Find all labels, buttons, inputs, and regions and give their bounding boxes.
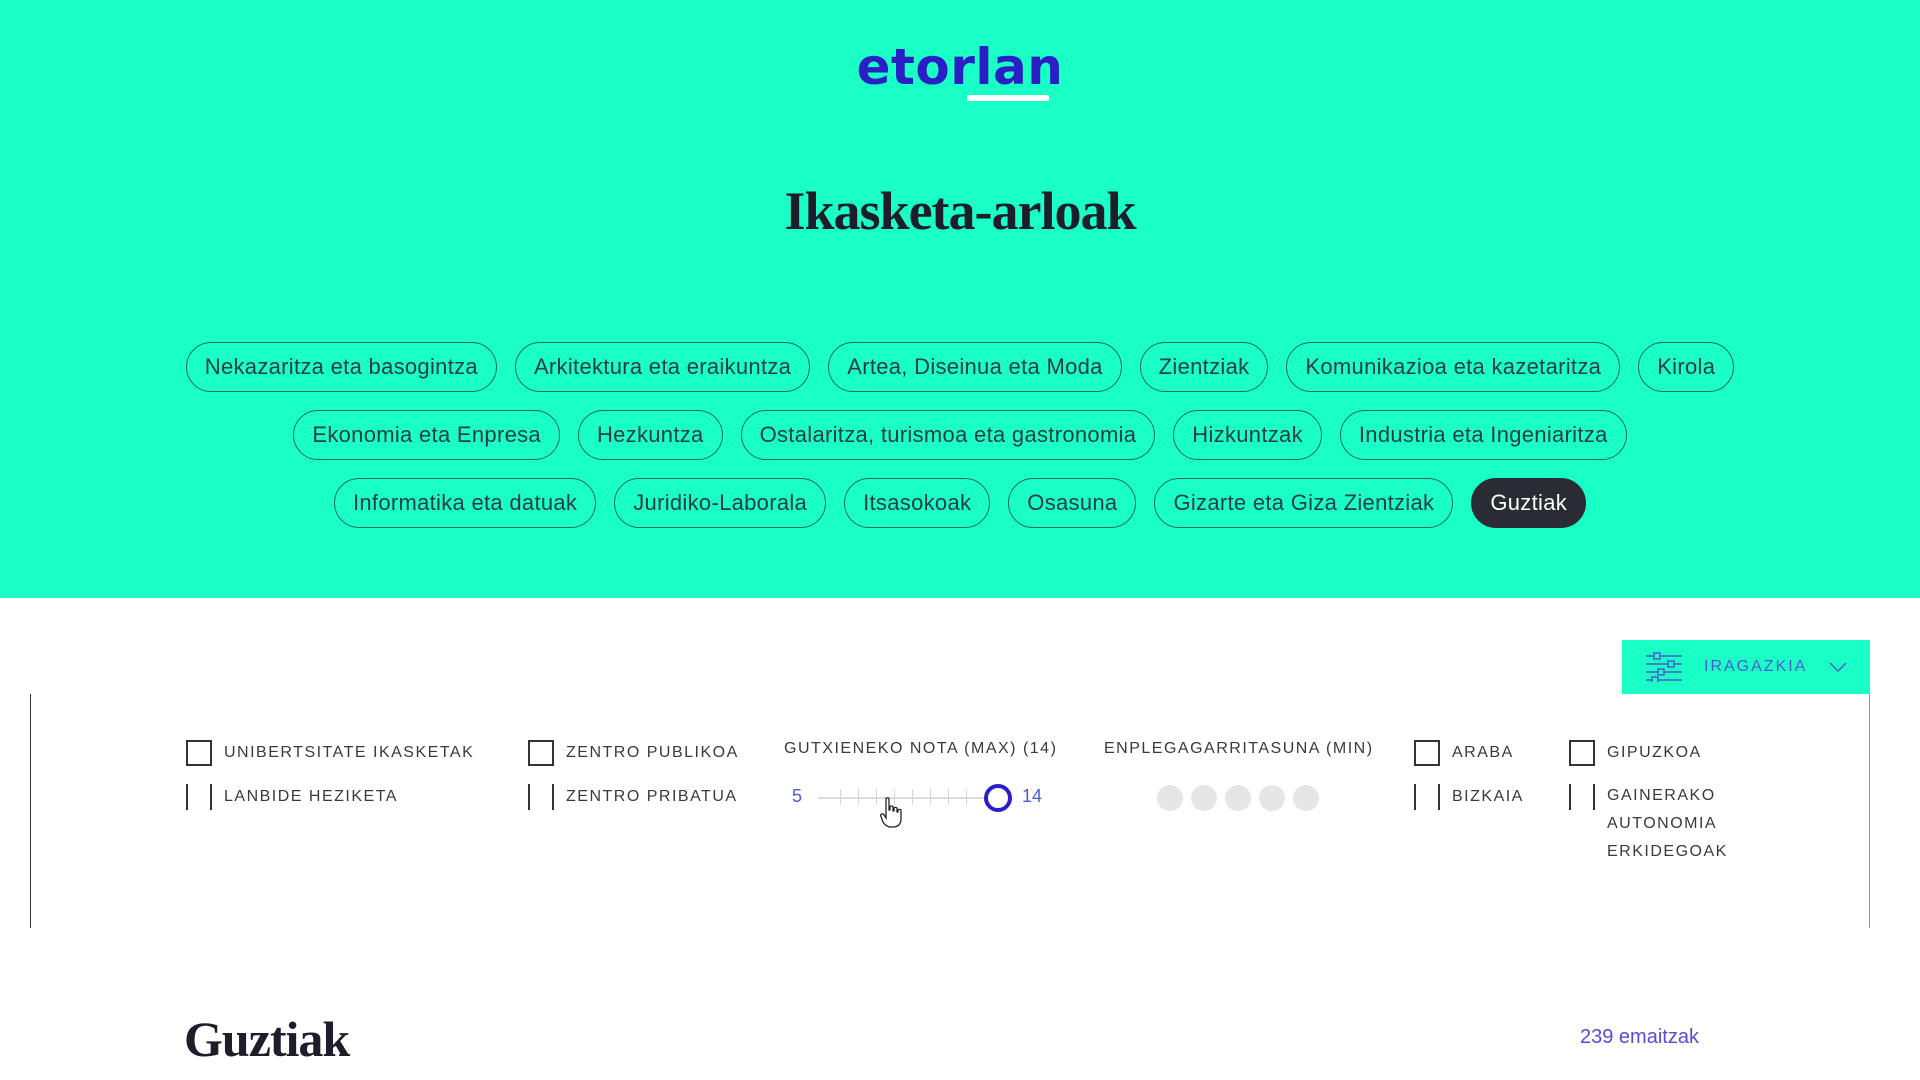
slider-tick bbox=[930, 789, 931, 805]
rating-dot-2[interactable] bbox=[1191, 785, 1217, 811]
checkbox-lanbide[interactable]: LANBIDE HEZIKETA bbox=[186, 784, 398, 810]
chip-zientziak[interactable]: Zientziak bbox=[1139, 342, 1269, 392]
checkbox-box[interactable] bbox=[1414, 740, 1440, 766]
rating-dot-5[interactable] bbox=[1293, 785, 1319, 811]
min-grade-title: GUTXIENEKO NOTA (MAX) (14) bbox=[784, 740, 1058, 757]
hand-cursor-icon bbox=[880, 797, 902, 834]
checkbox-zentro-publikoa[interactable]: ZENTRO PUBLIKOA bbox=[528, 740, 739, 766]
checkbox-label: BIZKAIA bbox=[1452, 788, 1524, 805]
slider-tick bbox=[948, 789, 949, 805]
employability-rating bbox=[1157, 785, 1319, 811]
checkbox-label: LANBIDE HEZIKETA bbox=[224, 788, 398, 805]
checkbox-box[interactable] bbox=[528, 784, 554, 810]
slider-tick bbox=[858, 789, 859, 805]
category-chips: Nekazaritza eta basogintza Arkitektura e… bbox=[0, 342, 1920, 546]
chip-osasuna[interactable]: Osasuna bbox=[1008, 478, 1137, 528]
slider-min-value: 5 bbox=[792, 786, 803, 806]
checkbox-box[interactable] bbox=[1569, 740, 1595, 766]
checkbox-label: GAINERAKO AUTONOMIA ERKIDEGOAK bbox=[1607, 787, 1728, 860]
checkbox-unibertsitate[interactable]: UNIBERTSITATE IKASKETAK bbox=[186, 740, 474, 766]
logo-underline bbox=[967, 95, 1049, 101]
chip-hezkuntza[interactable]: Hezkuntza bbox=[577, 410, 723, 460]
checkbox-label: GIPUZKOA bbox=[1607, 744, 1702, 761]
chip-ekonomia[interactable]: Ekonomia eta Enpresa bbox=[293, 410, 560, 460]
checkbox-bizkaia[interactable]: BIZKAIA bbox=[1414, 784, 1524, 810]
rating-dot-3[interactable] bbox=[1225, 785, 1251, 811]
page-title: Ikasketa-arloak bbox=[784, 181, 1136, 241]
hero-section: etorlan Ikasketa-arloak Nekazaritza eta … bbox=[0, 0, 1920, 598]
checkbox-araba[interactable]: ARABA bbox=[1414, 740, 1514, 766]
slider-tick bbox=[876, 789, 877, 805]
slider-tick bbox=[966, 789, 967, 805]
checkbox-box[interactable] bbox=[528, 740, 554, 766]
chip-arkitektura[interactable]: Arkitektura eta eraikuntza bbox=[514, 342, 811, 392]
chevron-down-icon bbox=[1829, 662, 1847, 672]
checkbox-label: ZENTRO PUBLIKOA bbox=[566, 744, 739, 761]
slider-tick bbox=[912, 789, 913, 805]
checkbox-zentro-pribatua[interactable]: ZENTRO PRIBATUA bbox=[528, 784, 738, 810]
checkbox-box[interactable] bbox=[186, 740, 212, 766]
checkbox-label: UNIBERTSITATE IKASKETAK bbox=[224, 744, 475, 761]
slider-max-value: 14 bbox=[1022, 786, 1043, 806]
chip-artea[interactable]: Artea, Diseinua eta Moda bbox=[828, 342, 1122, 392]
results-title: Guztiak bbox=[184, 1011, 350, 1067]
chip-informatika[interactable]: Informatika eta datuak bbox=[333, 478, 597, 528]
checkbox-gipuzkoa[interactable]: GIPUZKOA bbox=[1569, 740, 1702, 766]
results-count: 239 emaitzak bbox=[1580, 1026, 1699, 1048]
rating-dot-1[interactable] bbox=[1157, 785, 1183, 811]
chip-guztiak[interactable]: Guztiak bbox=[1471, 478, 1587, 528]
grade-slider-handle[interactable] bbox=[984, 784, 1012, 812]
chip-row-3: Informatika eta datuak Juridiko-Laborala… bbox=[0, 478, 1920, 528]
checkbox-gainerako[interactable]: GAINERAKO AUTONOMIA ERKIDEGOAK bbox=[1569, 784, 1737, 866]
chip-itsasokoak[interactable]: Itsasokoak bbox=[844, 478, 991, 528]
chip-hizkuntzak[interactable]: Hizkuntzak bbox=[1173, 410, 1322, 460]
checkbox-box[interactable] bbox=[186, 784, 212, 810]
chip-industria[interactable]: Industria eta Ingeniaritza bbox=[1339, 410, 1627, 460]
rating-dot-4[interactable] bbox=[1259, 785, 1285, 811]
slider-tick bbox=[840, 789, 841, 805]
chip-row-2: Ekonomia eta Enpresa Hezkuntza Ostalarit… bbox=[0, 410, 1920, 460]
chip-ostalaritza[interactable]: Ostalaritza, turismoa eta gastronomia bbox=[740, 410, 1156, 460]
chip-row-1: Nekazaritza eta basogintza Arkitektura e… bbox=[0, 342, 1920, 392]
checkbox-box[interactable] bbox=[1414, 784, 1440, 810]
chip-gizarte[interactable]: Gizarte eta Giza Zientziak bbox=[1154, 478, 1454, 528]
checkbox-label: ZENTRO PRIBATUA bbox=[566, 788, 738, 805]
chip-juridiko[interactable]: Juridiko-Laborala bbox=[614, 478, 827, 528]
employability-title: ENPLEGAGARRITASUNA (MIN) bbox=[1104, 740, 1374, 757]
chip-nekazaritza[interactable]: Nekazaritza eta basogintza bbox=[185, 342, 497, 392]
filter-toggle-button[interactable]: IRAGAZKIA bbox=[1622, 640, 1870, 694]
chip-komunikazioa[interactable]: Komunikazioa eta kazetaritza bbox=[1286, 342, 1621, 392]
chip-kirola[interactable]: Kirola bbox=[1638, 342, 1735, 392]
checkbox-box[interactable] bbox=[1569, 784, 1595, 810]
checkbox-label: ARABA bbox=[1452, 744, 1514, 761]
filter-button-label: IRAGAZKIA bbox=[1704, 658, 1808, 675]
logo[interactable]: etorlan bbox=[0, 38, 1920, 96]
sliders-icon bbox=[1646, 652, 1682, 682]
grade-slider-track[interactable] bbox=[818, 797, 998, 799]
